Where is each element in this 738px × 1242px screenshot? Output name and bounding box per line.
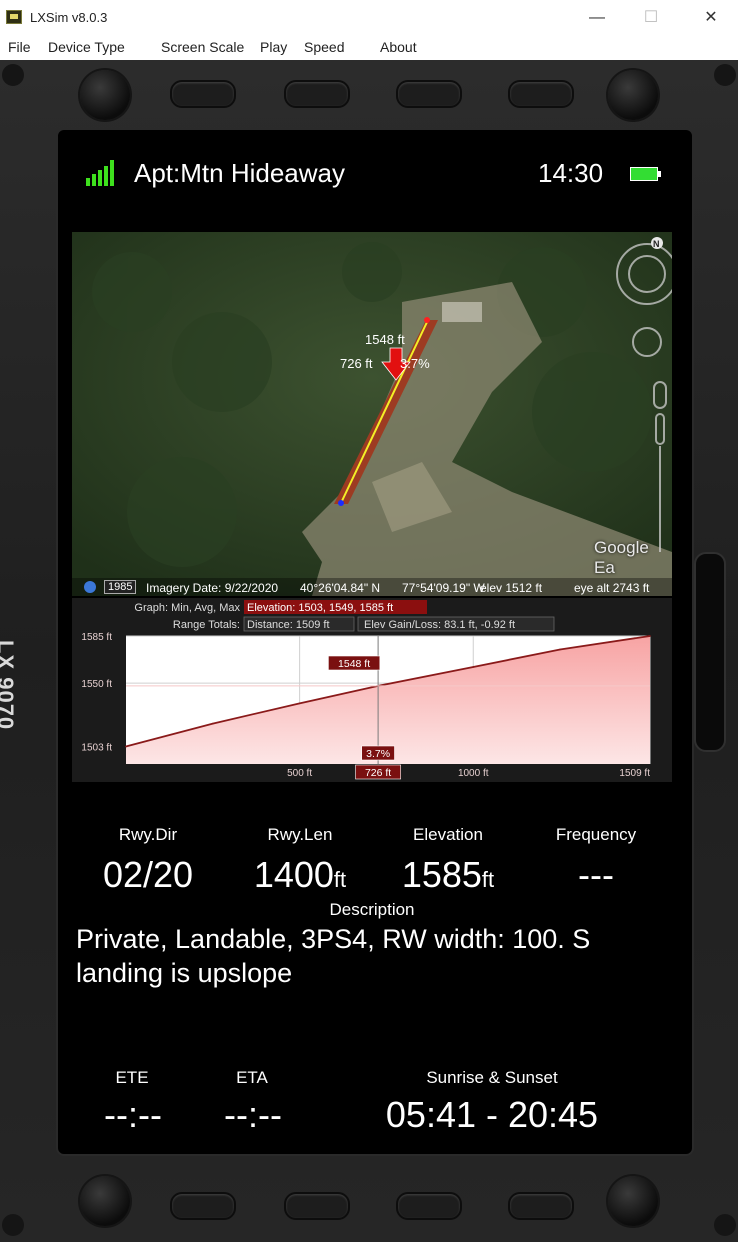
graph-elevation-summary: Elevation: 1503, 1549, 1585 ft xyxy=(247,602,393,614)
range-elev-gain: Elev Gain/Loss: 83.1 ft, -0.92 ft xyxy=(364,619,515,631)
elevation-point xyxy=(212,722,214,725)
status-bar: Apt:Mtn Hideaway 14:30 xyxy=(72,156,676,196)
cursor-slope-label: 3.7% xyxy=(366,748,390,760)
imagery-date: Imagery Date: 9/22/2020 xyxy=(146,581,279,595)
menu-file[interactable]: File xyxy=(8,39,31,55)
elevation-label: Elevation xyxy=(413,825,483,844)
frequency-label: Frequency xyxy=(555,825,637,844)
button-top-1[interactable] xyxy=(170,80,236,108)
range-totals-label: Range Totals: xyxy=(173,619,240,631)
button-top-2[interactable] xyxy=(284,80,350,108)
signal-bars-icon xyxy=(86,160,118,186)
menu-screen-scale[interactable]: Screen Scale xyxy=(161,39,244,55)
button-top-4[interactable] xyxy=(508,80,574,108)
elevation-point xyxy=(649,635,651,637)
button-top-3[interactable] xyxy=(396,80,462,108)
rwy-len-value: 1400ft xyxy=(253,854,347,895)
eta-value: --:-- xyxy=(224,1094,282,1135)
ete-value: --:-- xyxy=(104,1094,162,1135)
elevation-point xyxy=(125,745,127,748)
button-bottom-4[interactable] xyxy=(508,1192,574,1220)
runway-slope-label: 3.7% xyxy=(400,356,430,371)
sunrise-sunset-value: 05:41 - 20:45 xyxy=(385,1094,599,1135)
elevation-point xyxy=(472,666,475,668)
rwy-len-unit: ft xyxy=(333,867,347,892)
frequency-value: --- xyxy=(578,854,614,895)
tour-guide-icon[interactable] xyxy=(84,581,96,593)
menu-bar: File Device Type Screen Scale Play Speed… xyxy=(0,36,738,60)
compass-north-label: N xyxy=(653,239,660,249)
longitude: 77°54'09.19" W xyxy=(402,581,485,595)
menu-speed[interactable]: Speed xyxy=(304,39,344,55)
y-tick-label: 1503 ft xyxy=(81,742,112,753)
screw-bottom-right xyxy=(714,1214,736,1236)
airport-name: Apt:Mtn Hideaway xyxy=(134,158,345,188)
x-tick-label: 1509 ft xyxy=(619,768,650,779)
eta-label: ETA xyxy=(236,1068,268,1087)
button-bottom-3[interactable] xyxy=(396,1192,462,1220)
rwy-len-label: Rwy.Len xyxy=(267,825,333,844)
x-tick-label: 500 ft xyxy=(287,768,312,779)
maximize-button[interactable]: ☐ xyxy=(628,0,674,36)
terrain-map[interactable]: N 1548 ft 726 ft 3.7% Google Ea xyxy=(72,232,672,596)
screw-top-right xyxy=(714,64,736,86)
app-icon xyxy=(6,10,22,24)
description-label: Description xyxy=(329,900,415,919)
knob-top-left[interactable] xyxy=(80,70,130,120)
elevation-value: 1585ft xyxy=(401,854,495,895)
menu-device-type[interactable]: Device Type xyxy=(48,39,125,55)
sunrise-sunset-label: Sunrise & Sunset xyxy=(426,1068,558,1087)
elevation-unit: ft xyxy=(481,867,495,892)
clock: 14:30 xyxy=(538,158,604,188)
screw-bottom-left xyxy=(2,1214,24,1236)
cursor-elevation-label: 1548 ft xyxy=(338,658,370,670)
knob-top-right[interactable] xyxy=(608,70,658,120)
year-badge[interactable]: 1985 xyxy=(104,580,137,594)
y-tick-label: 1550 ft xyxy=(81,679,112,690)
close-button[interactable]: ✕ xyxy=(688,0,734,36)
x-tick-label: 1000 ft xyxy=(458,768,489,779)
runway-elevation-label: 1548 ft xyxy=(365,332,405,347)
button-bottom-1[interactable] xyxy=(170,1192,236,1220)
button-bottom-2[interactable] xyxy=(284,1192,350,1220)
menu-about[interactable]: About xyxy=(380,39,417,55)
map-footer: 1985 Imagery Date: 9/22/2020 40°26'04.84… xyxy=(72,578,672,598)
range-distance: Distance: 1509 ft xyxy=(247,619,330,631)
runway-distance-label: 726 ft xyxy=(340,356,373,371)
elevation-profile-graph[interactable]: Graph: Min, Avg, Max Elevation: 1503, 15… xyxy=(72,598,672,782)
google-earth-attribution: Google Ea xyxy=(594,538,649,577)
knob-bottom-right[interactable] xyxy=(608,1176,658,1226)
y-tick-label: 1585 ft xyxy=(81,632,112,643)
sd-card-slot xyxy=(694,552,726,752)
latitude: 40°26'04.84" N xyxy=(300,581,381,595)
cursor-distance-label: 726 ft xyxy=(365,767,391,779)
battery-icon xyxy=(630,167,661,181)
title-bar: LXSim v8.0.3 — ☐ ✕ xyxy=(0,0,738,36)
knob-bottom-left[interactable] xyxy=(80,1176,130,1226)
elevation-point xyxy=(298,702,301,705)
ete-label: ETE xyxy=(115,1068,149,1087)
rwy-dir-label: Rwy.Dir xyxy=(118,825,178,844)
rwy-dir-value: 02/20 xyxy=(102,854,194,895)
menu-play[interactable]: Play xyxy=(260,39,287,55)
graph-header-label: Graph: Min, Avg, Max xyxy=(134,602,240,614)
window-title: LXSim v8.0.3 xyxy=(30,10,108,25)
map-elevation: elev 1512 ft xyxy=(480,581,543,595)
eye-altitude: eye alt 2743 ft xyxy=(574,581,650,595)
screw-top-left xyxy=(2,64,24,86)
airport-info-panel: Rwy.Dir 02/20 Rwy.Len 1400ft Elevation 1… xyxy=(72,800,676,1140)
description-text: Private, Landable, 3PS4, RW width: 100. … xyxy=(76,924,591,988)
device-model-label: LX 9070 xyxy=(0,640,18,731)
elevation-point xyxy=(559,648,561,651)
minimize-button[interactable]: — xyxy=(574,0,620,36)
